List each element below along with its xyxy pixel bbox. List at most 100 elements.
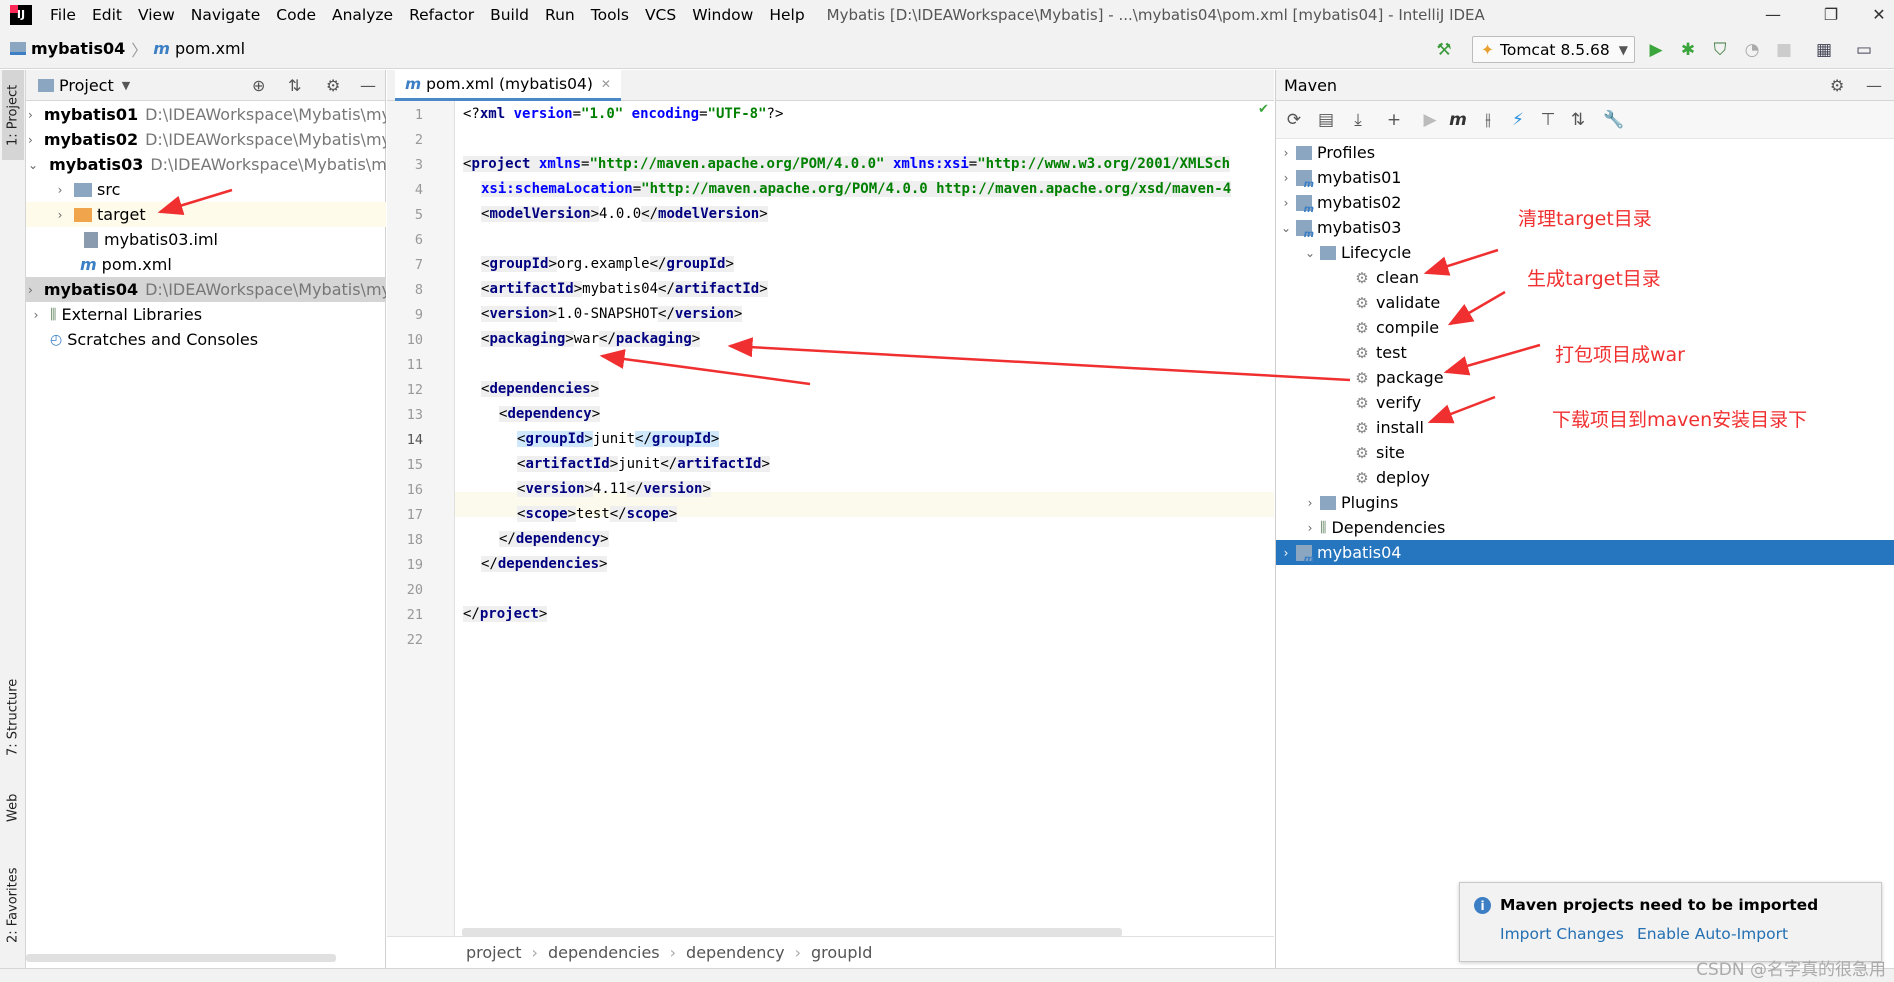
chevron-right-icon[interactable]: ›	[1278, 196, 1294, 210]
tab-pom-xml[interactable]: m pom.xml (mybatis04) ✕	[395, 70, 621, 101]
skip-tests-icon[interactable]: ⚡	[1506, 108, 1530, 132]
close-tab-icon[interactable]: ✕	[601, 77, 611, 91]
nav-file[interactable]: pom.xml	[175, 39, 245, 58]
menu-navigate[interactable]: Navigate	[183, 6, 269, 24]
code-line[interactable]: <modelVersion>4.0.0</modelVersion>	[481, 202, 768, 227]
chevron-right-icon[interactable]: ›	[28, 108, 33, 122]
nav-project[interactable]: mybatis04	[31, 39, 125, 58]
add-icon[interactable]: +	[1382, 108, 1406, 132]
code-line[interactable]: </dependencies>	[481, 552, 608, 577]
code-line[interactable]: </dependency>	[499, 527, 609, 552]
maven-lifecycle[interactable]: ⌄ Lifecycle	[1276, 240, 1894, 265]
coverage-icon[interactable]: ⛉	[1708, 38, 1732, 62]
maven-dependencies[interactable]: › ⫼ Dependencies	[1276, 515, 1894, 540]
download-icon[interactable]: ⤓	[1346, 108, 1370, 132]
chevron-right-icon[interactable]: ›	[1302, 496, 1318, 510]
menu-edit[interactable]: Edit	[84, 6, 130, 24]
code-line[interactable]: <groupId>junit</groupId>	[517, 427, 720, 452]
tab-project[interactable]: 1: Project	[2, 70, 24, 160]
breadcrumb-item[interactable]: project	[466, 943, 522, 962]
chevron-right-icon[interactable]: ›	[28, 283, 33, 297]
menu-analyze[interactable]: Analyze	[324, 6, 401, 24]
collapse-all-icon[interactable]: ⇅	[288, 76, 301, 95]
show-dependencies-icon[interactable]: ⊤	[1536, 108, 1560, 132]
profile-icon[interactable]: ◔	[1740, 38, 1764, 62]
maven-project-mybatis01[interactable]: › mybatis01	[1276, 165, 1894, 190]
horizontal-scrollbar[interactable]	[26, 954, 336, 962]
stop-icon[interactable]: ■	[1772, 38, 1796, 62]
maven-plugins[interactable]: › Plugins	[1276, 490, 1894, 515]
menu-code[interactable]: Code	[268, 6, 324, 24]
generate-sources-icon[interactable]: ▤	[1314, 108, 1338, 132]
menu-file[interactable]: File	[42, 6, 84, 24]
maven-profiles[interactable]: › Profiles	[1276, 140, 1894, 165]
chevron-right-icon[interactable]: ›	[1302, 521, 1318, 535]
reimport-icon[interactable]: ⟳	[1282, 108, 1306, 132]
locate-icon[interactable]: ⊕	[252, 76, 265, 95]
code-line[interactable]: </project>	[463, 602, 548, 627]
breadcrumb-item[interactable]: dependency	[686, 943, 785, 962]
maven-goal-deploy[interactable]: ⚙ deploy	[1276, 465, 1894, 490]
chevron-down-icon[interactable]: ⌄	[1302, 246, 1318, 260]
tab-web[interactable]: Web	[2, 780, 24, 835]
code-line[interactable]: <version>1.0-SNAPSHOT</version>	[481, 302, 743, 327]
chevron-down-icon[interactable]: ⌄	[28, 158, 38, 172]
tree-item-external-libraries[interactable]: › ⫼ External Libraries	[26, 302, 386, 327]
code-line[interactable]: <?xml version="1.0" encoding="UTF-8"?>	[463, 102, 783, 127]
tab-favorites[interactable]: 2: Favorites	[2, 850, 24, 960]
maven-project-mybatis04[interactable]: › mybatis04	[1276, 540, 1894, 565]
tab-structure[interactable]: 7: Structure	[2, 670, 24, 765]
code-line[interactable]: <artifactId>mybatis04</artifactId>	[481, 277, 768, 302]
tree-item-pom[interactable]: m pom.xml	[26, 252, 386, 277]
chevron-right-icon[interactable]: ›	[1278, 171, 1294, 185]
breadcrumb-item[interactable]: groupId	[811, 943, 872, 962]
run-icon[interactable]: ▶	[1418, 108, 1442, 132]
code-line[interactable]: <scope>test</scope>	[517, 502, 678, 527]
code-line[interactable]: <dependencies>	[481, 377, 600, 402]
project-panel-title[interactable]: Project	[59, 76, 114, 95]
code-line[interactable]: <project xmlns="http://maven.apache.org/…	[463, 152, 1231, 177]
tree-item-mybatis02[interactable]: › mybatis02 D:\IDEAWorkspace\Mybatis\my	[26, 127, 386, 152]
chevron-right-icon[interactable]: ›	[52, 208, 68, 222]
chevron-right-icon[interactable]: ›	[1278, 546, 1294, 560]
menu-build[interactable]: Build	[482, 6, 537, 24]
run-icon[interactable]: ▶	[1644, 38, 1668, 62]
code-line[interactable]: <packaging>war</packaging>	[481, 327, 701, 352]
menu-window[interactable]: Window	[684, 6, 761, 24]
tree-item-src[interactable]: › src	[26, 177, 386, 202]
enable-auto-import-link[interactable]: Enable Auto-Import	[1637, 925, 1788, 943]
build-hammer-icon[interactable]: ⚒	[1432, 38, 1456, 62]
menu-view[interactable]: View	[130, 6, 183, 24]
project-structure-icon[interactable]: ▦	[1812, 38, 1836, 62]
import-changes-link[interactable]: Import Changes	[1500, 925, 1624, 943]
tree-item-mybatis03[interactable]: ⌄ mybatis03 D:\IDEAWorkspace\Mybatis\my	[26, 152, 386, 177]
breadcrumb-item[interactable]: dependencies	[548, 943, 660, 962]
chevron-down-icon[interactable]: ⌄	[1278, 221, 1294, 235]
menu-run[interactable]: Run	[537, 6, 583, 24]
chevron-down-icon[interactable]: ▼	[122, 79, 130, 92]
menu-help[interactable]: Help	[761, 6, 812, 24]
toggle-offline-icon[interactable]: ⫲	[1476, 108, 1500, 132]
maven-goal-validate[interactable]: ⚙ validate	[1276, 290, 1894, 315]
code-line[interactable]: <artifactId>junit</artifactId>	[517, 452, 770, 477]
hide-panel-icon[interactable]: —	[360, 76, 376, 95]
tree-item-iml[interactable]: mybatis03.iml	[26, 227, 386, 252]
close-icon[interactable]: ✕	[1854, 0, 1894, 29]
maven-goal-compile[interactable]: ⚙ compile	[1276, 315, 1894, 340]
tree-item-mybatis04[interactable]: › mybatis04 D:\IDEAWorkspace\Mybatis\my	[26, 277, 386, 302]
collapse-all-icon[interactable]: ⇅	[1566, 108, 1590, 132]
terminal-icon[interactable]: ▭	[1852, 38, 1876, 62]
gear-icon[interactable]: ⚙	[326, 76, 340, 95]
maven-goal-site[interactable]: ⚙ site	[1276, 440, 1894, 465]
maven-goal-package[interactable]: ⚙ package	[1276, 365, 1894, 390]
menu-tools[interactable]: Tools	[583, 6, 637, 24]
code-line[interactable]: xsi:schemaLocation="http://maven.apache.…	[481, 177, 1232, 202]
minimize-icon[interactable]: —	[1748, 0, 1798, 29]
tree-item-target[interactable]: › target	[26, 202, 386, 227]
hide-panel-icon[interactable]: —	[1866, 76, 1882, 95]
run-config-select[interactable]: ✦ Tomcat 8.5.68 ▼	[1472, 36, 1635, 63]
tree-item-scratches[interactable]: ◴ Scratches and Consoles	[26, 327, 386, 352]
code-line[interactable]: <dependency>	[499, 402, 601, 427]
chevron-right-icon[interactable]: ›	[1278, 146, 1294, 160]
code-line[interactable]: <version>4.11</version>	[517, 477, 711, 502]
